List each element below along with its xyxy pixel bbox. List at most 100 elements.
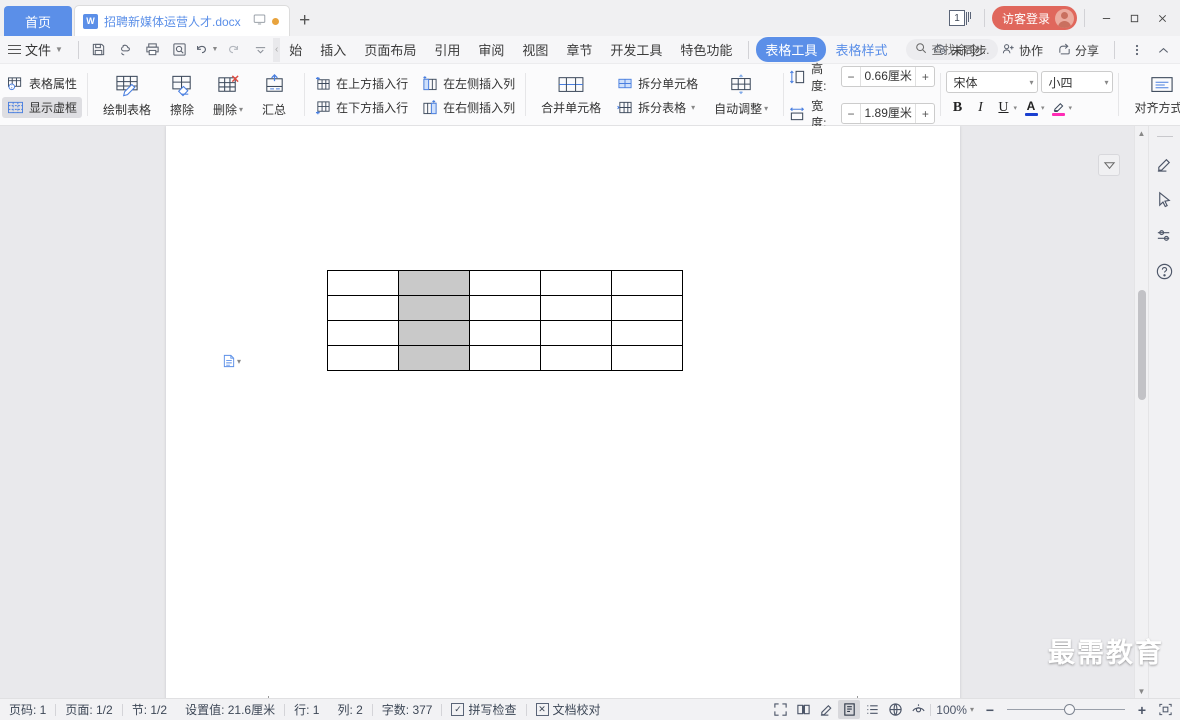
row-indicator[interactable]: 行: 1	[285, 701, 328, 718]
table-cell-selected[interactable]	[398, 270, 470, 296]
table-cell[interactable]	[540, 320, 612, 346]
table-cell[interactable]	[469, 320, 541, 346]
sum-button[interactable]: 汇总	[252, 66, 296, 124]
table-cell-selected[interactable]	[398, 345, 470, 371]
tab-home[interactable]: 首页	[4, 6, 72, 36]
fit-page-icon[interactable]	[1154, 700, 1176, 719]
insert-row-below-button[interactable]: 在下方插入行	[310, 97, 413, 118]
chevron-down-icon[interactable]: ▾	[1013, 104, 1017, 112]
undo-icon[interactable]: ▼	[194, 38, 219, 62]
table-cell[interactable]	[540, 295, 612, 321]
font-size-select[interactable]: 小四 ▾	[1041, 71, 1114, 93]
insert-row-above-button[interactable]: 在上方插入行	[310, 73, 413, 94]
two-page-icon[interactable]	[792, 700, 814, 719]
col-width-decrease[interactable]: −	[842, 104, 860, 123]
scroll-up-arrow[interactable]: ▲	[1138, 126, 1146, 140]
page-layout-view-icon[interactable]	[838, 700, 861, 719]
col-width-value[interactable]: 1.89厘米	[860, 104, 917, 123]
tab-view[interactable]: 视图	[513, 37, 557, 62]
row-height-value[interactable]: 0.66厘米	[860, 67, 917, 86]
erase-button[interactable]: 擦除	[160, 66, 204, 124]
delete-table-button[interactable]: 删除 ▾	[206, 66, 250, 124]
chevron-down-icon[interactable]: ▾	[1041, 104, 1045, 112]
minimize-button[interactable]	[1092, 2, 1120, 34]
vertical-scrollbar[interactable]: ▲ ▼	[1134, 126, 1148, 698]
web-view-icon[interactable]	[884, 700, 906, 719]
tab-document[interactable]: W 招聘新媒体运营人才.docx	[74, 5, 290, 36]
scroll-down-arrow[interactable]: ▼	[1138, 684, 1146, 698]
word-count[interactable]: 字数: 377	[373, 701, 442, 718]
insert-col-left-button[interactable]: 在左侧插入列	[417, 73, 520, 94]
italic-button[interactable]: I	[969, 97, 991, 119]
table-cell-selected[interactable]	[398, 320, 470, 346]
outline-view-icon[interactable]	[861, 700, 883, 719]
save-icon[interactable]	[86, 38, 111, 62]
page-number[interactable]: 页码: 1	[0, 701, 55, 718]
share-button[interactable]: 分享	[1051, 39, 1105, 61]
draw-table-button[interactable]: 绘制表格	[96, 66, 158, 124]
reading-view-icon[interactable]	[907, 700, 929, 719]
table-cell[interactable]	[327, 345, 399, 371]
table-cell[interactable]	[540, 345, 612, 371]
table-move-handle-icon[interactable]: ▾	[222, 354, 241, 368]
table-cell[interactable]	[611, 270, 683, 296]
split-cells-button[interactable]: 拆分单元格	[612, 73, 703, 94]
table-row[interactable]	[327, 270, 683, 296]
table-row[interactable]	[327, 345, 683, 371]
zoom-level-button[interactable]: 100% ▾	[932, 703, 978, 717]
underline-button[interactable]: U	[992, 97, 1014, 119]
collaborate-button[interactable]: 协作	[995, 39, 1049, 61]
spell-check-button[interactable]: ✓ 拼写检查	[442, 701, 525, 718]
font-family-select[interactable]: 宋体 ▾	[946, 71, 1039, 93]
table-row[interactable]	[327, 320, 683, 346]
zoom-in-button[interactable]: +	[1131, 700, 1153, 719]
tab-start[interactable]: 始	[280, 37, 311, 62]
settings-sliders-icon[interactable]	[1153, 223, 1177, 247]
tab-developer[interactable]: 开发工具	[601, 37, 671, 62]
scrollbar-thumb[interactable]	[1137, 290, 1146, 400]
fullscreen-icon[interactable]	[769, 700, 791, 719]
col-indicator[interactable]: 列: 2	[328, 701, 371, 718]
show-gridlines-button[interactable]: 显示虚框	[2, 96, 83, 118]
tab-special-features[interactable]: 特色功能	[671, 37, 741, 62]
zoom-slider[interactable]	[1007, 703, 1125, 717]
guest-login-button[interactable]: 访客登录	[991, 6, 1077, 30]
table-cell-selected[interactable]	[398, 295, 470, 321]
scrollbar-track[interactable]	[1135, 140, 1149, 684]
tab-insert[interactable]: 插入	[311, 37, 355, 62]
insert-col-right-button[interactable]: 在右侧插入列	[417, 97, 520, 118]
new-tab-button[interactable]: +	[290, 6, 320, 36]
pen-annotate-icon[interactable]	[1153, 151, 1177, 175]
table-cell[interactable]	[469, 345, 541, 371]
chevron-down-icon[interactable]: ▾	[237, 357, 241, 366]
document-page[interactable]: ▾	[166, 126, 960, 698]
help-circle-icon[interactable]	[1153, 259, 1177, 283]
merge-cells-button[interactable]: 合并单元格	[534, 66, 608, 124]
row-height-decrease[interactable]: −	[842, 67, 860, 86]
cast-screen-icon[interactable]	[253, 13, 266, 29]
cursor-select-icon[interactable]	[1153, 187, 1177, 211]
page-count-badge[interactable]: 1	[948, 10, 971, 26]
redo-icon[interactable]	[221, 38, 246, 62]
paste-options-icon[interactable]	[1098, 154, 1120, 176]
section[interactable]: 节: 1/2	[123, 701, 176, 718]
ribbon-scroll-left[interactable]: ‹	[272, 37, 281, 62]
split-table-button[interactable]: 拆分表格 ▾	[612, 97, 703, 118]
tab-references[interactable]: 引用	[425, 37, 469, 62]
zoom-out-button[interactable]: −	[979, 700, 1001, 719]
print-icon[interactable]	[140, 38, 165, 62]
chevron-up-icon[interactable]	[1151, 38, 1176, 62]
maximize-button[interactable]	[1120, 2, 1148, 34]
chevron-down-icon[interactable]: ▾	[1069, 104, 1073, 112]
row-height-increase[interactable]: +	[916, 67, 934, 86]
set-value[interactable]: 设置值: 21.6厘米	[176, 701, 284, 718]
table-cell[interactable]	[611, 320, 683, 346]
font-color-button[interactable]: A	[1020, 97, 1042, 119]
table-cell[interactable]	[469, 295, 541, 321]
file-menu-button[interactable]: 文件 ▼	[0, 38, 71, 62]
more-vertical-icon[interactable]	[1124, 38, 1149, 62]
tab-review[interactable]: 审阅	[469, 37, 513, 62]
highlight-button[interactable]	[1048, 97, 1070, 119]
col-width-increase[interactable]: +	[916, 104, 934, 123]
close-button[interactable]	[1148, 2, 1176, 34]
